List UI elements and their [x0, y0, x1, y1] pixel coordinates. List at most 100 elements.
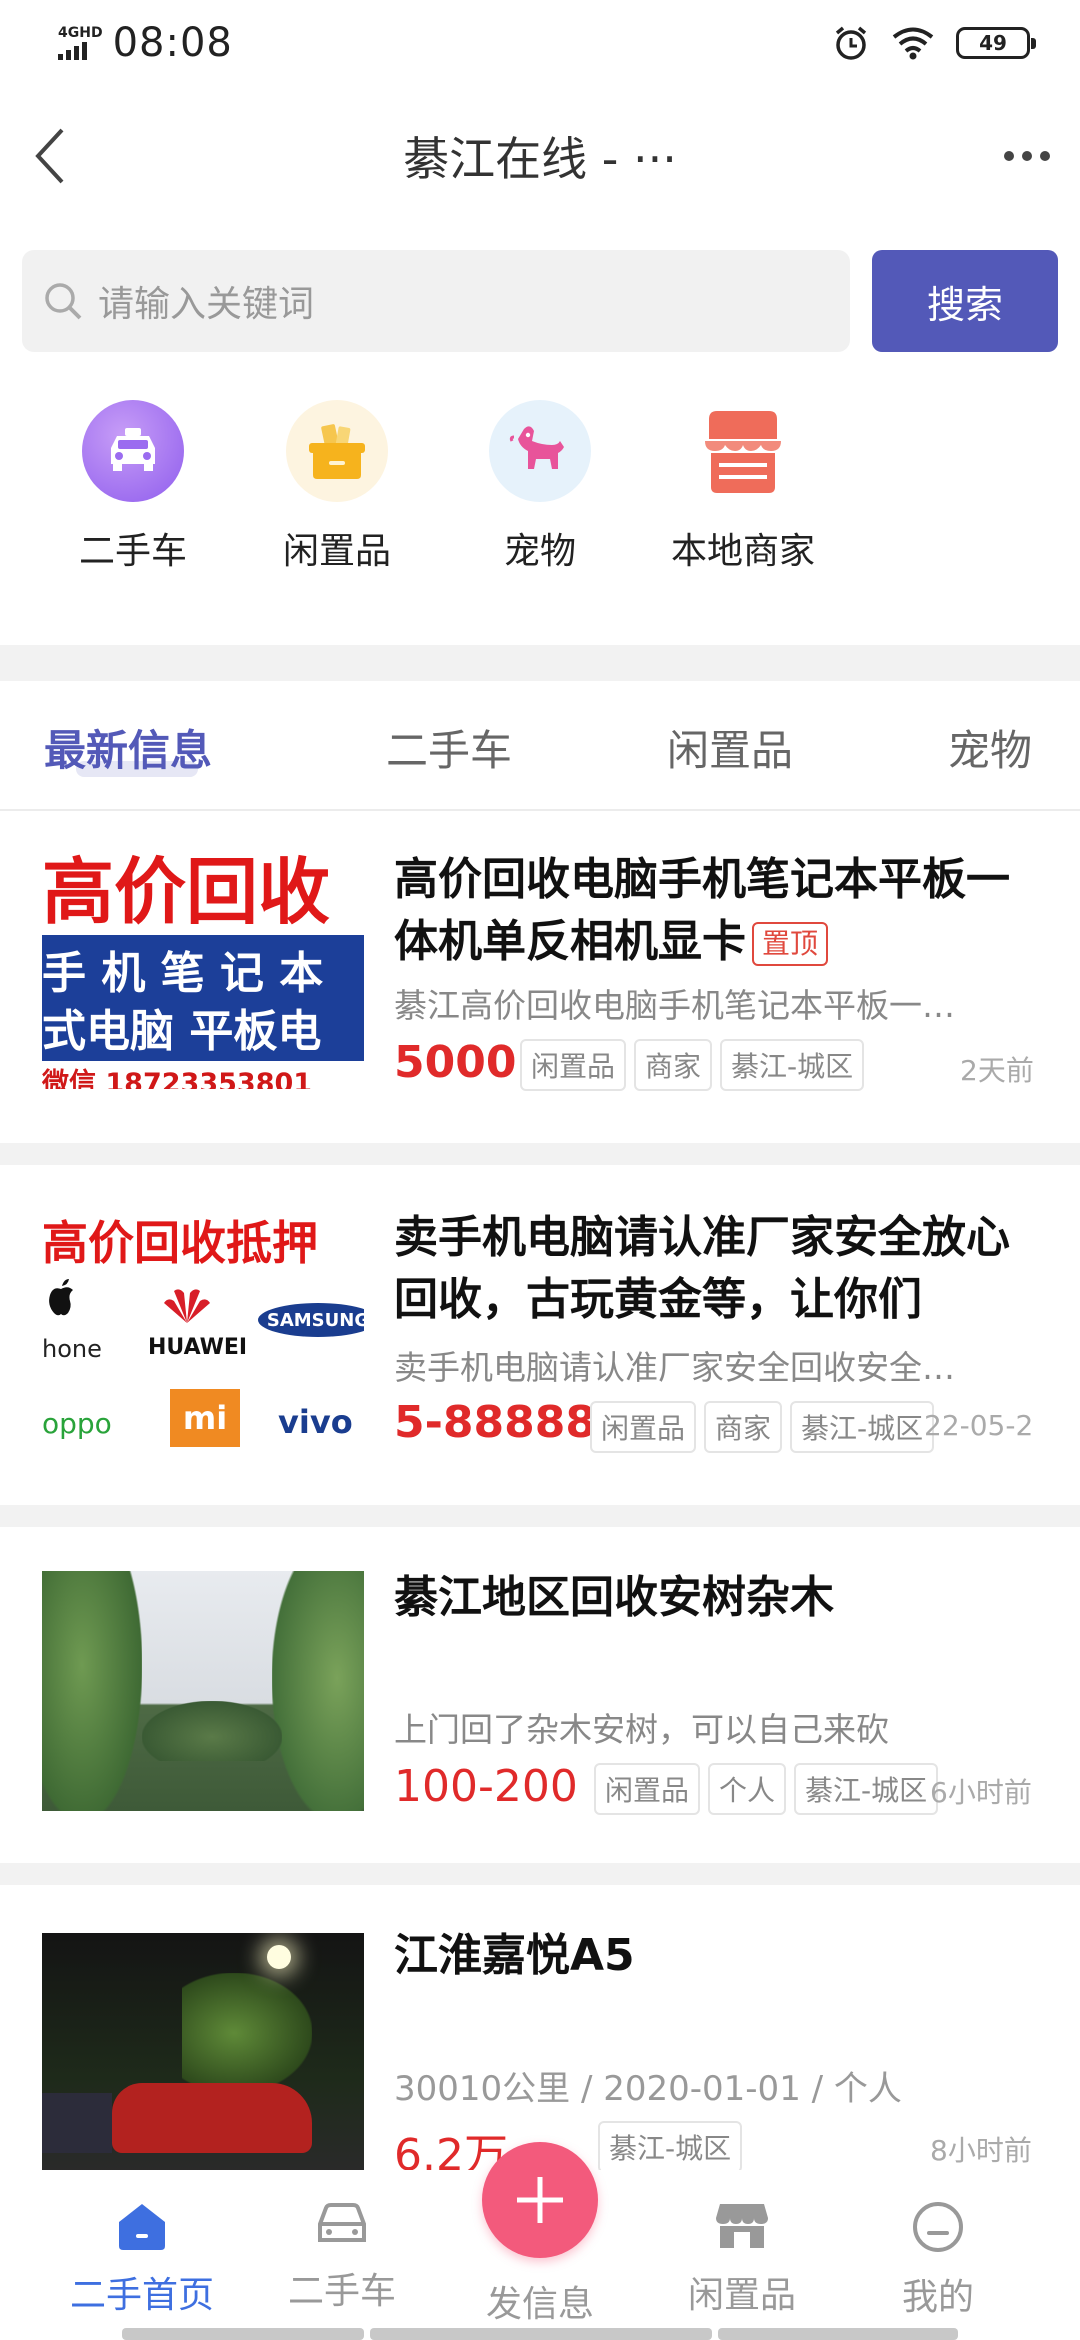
tag: 闲置品: [520, 1039, 627, 1091]
tag: 闲置品: [594, 1763, 701, 1815]
plus-icon: [517, 2177, 563, 2223]
apple-logo-icon: [49, 1279, 73, 1316]
wifi-icon: [892, 27, 934, 60]
thumb-text: mi: [170, 1389, 240, 1447]
nav-bar: 綦江在线 - ···: [0, 86, 1080, 226]
category-pets[interactable]: 宠物: [455, 400, 625, 574]
category-label: 宠物: [503, 531, 576, 572]
search-input[interactable]: 请输入关键词: [22, 250, 850, 352]
dog-icon: [489, 400, 591, 502]
page-title: 綦江在线 - ···: [403, 132, 677, 186]
shop-icon: [716, 2204, 768, 2248]
status-left: 4GHD 08:08: [58, 20, 233, 66]
thumb-text: 高价回收抵押: [42, 1216, 318, 1270]
listing-time: 22-05-2: [924, 1409, 1034, 1442]
alarm-icon: [835, 26, 867, 60]
tag: 綦江-城区: [790, 1401, 935, 1453]
box-icon: [286, 400, 388, 502]
listing-thumbnail: [42, 1571, 364, 1811]
listing-tags: 闲置品 商家 綦江-城区: [590, 1401, 935, 1453]
nav-used-car[interactable]: 二手车: [242, 2200, 442, 2314]
gesture-bar: [718, 2328, 958, 2340]
post-button[interactable]: [482, 2142, 598, 2258]
listing-price: 5000: [394, 1037, 517, 1088]
listing-tags: 闲置品 商家 綦江-城区: [520, 1039, 865, 1091]
listing-meta: 30010公里 / 2020-01-01 / 个人: [394, 2069, 902, 2109]
tag: 綦江-城区: [598, 2121, 743, 2173]
search-icon: [45, 283, 82, 320]
thumb-text: HUAWEI: [148, 1335, 248, 1360]
gesture-bar: [122, 2328, 364, 2340]
filter-tabs: 最新信息 二手车 闲置品 宠物: [0, 681, 1080, 811]
car-icon: [318, 2203, 366, 2242]
gesture-bar: [370, 2328, 712, 2340]
category-used-car[interactable]: 二手车: [48, 400, 218, 574]
home-icon: [119, 2204, 165, 2250]
battery-level: 49: [979, 31, 1007, 55]
search-bar: 请输入关键词 搜索: [22, 250, 1058, 352]
tab-pets[interactable]: 宠物: [948, 717, 1032, 778]
listing-thumbnail: 高价回收 手 机 笔 记 本 式电脑 平板电 微信 18723353801: [42, 849, 364, 1089]
nav-home[interactable]: 二手首页: [42, 2200, 242, 2318]
listing-tags: 綦江-城区: [598, 2121, 743, 2173]
status-bar: 4GHD 08:08 49: [0, 0, 1080, 86]
tag: 綦江-城区: [794, 1763, 939, 1815]
battery-icon: 49: [956, 27, 1036, 59]
section-divider: [0, 1143, 1080, 1165]
pinned-badge: 置顶: [752, 922, 829, 966]
listing-title: 江淮嘉悦A5: [394, 1930, 635, 1981]
tab-latest[interactable]: 最新信息: [44, 717, 212, 778]
tag: 商家: [704, 1401, 783, 1453]
nav-label: 二手车: [287, 2271, 396, 2312]
category-label: 闲置品: [282, 531, 391, 572]
listing-item[interactable]: 高价回收抵押 hone HUAWEI SAMSUNG oppo mi vivo …: [0, 1165, 1080, 1505]
thumb-text: SAMSUNG: [258, 1303, 364, 1337]
listing-time: 2天前: [960, 1054, 1034, 1087]
search-button[interactable]: 搜索: [872, 250, 1058, 352]
network-type: 4GHD: [58, 25, 103, 41]
category-idle-goods[interactable]: 闲置品: [252, 400, 422, 574]
listing-description: 上门回了杂木安树，可以自己来砍: [394, 1710, 889, 1749]
thumb-text: oppo: [42, 1407, 112, 1440]
thumb-text: 高价回收: [42, 849, 364, 935]
search-placeholder: 请输入关键词: [98, 284, 315, 325]
nav-label: 发信息: [485, 2284, 594, 2325]
tab-idle-goods[interactable]: 闲置品: [667, 717, 793, 778]
category-label: 本地商家: [670, 531, 815, 572]
profile-icon: [913, 2202, 963, 2252]
listing-title: 卖手机电脑请认准厂家安全放心回收，古玩黄金等，让你们: [394, 1212, 1010, 1325]
tag: 个人: [708, 1763, 787, 1815]
category-label: 二手车: [78, 531, 187, 572]
nav-idle-goods[interactable]: 闲置品: [642, 2200, 842, 2318]
tab-used-car[interactable]: 二手车: [386, 717, 512, 778]
thumb-text: 手 机 笔 记 本: [42, 948, 324, 999]
listing-item[interactable]: 江淮嘉悦A5 30010公里 / 2020-01-01 / 个人 6.2万 綦江…: [0, 1885, 1080, 2181]
nav-profile[interactable]: 我的: [838, 2200, 1038, 2320]
tag: 闲置品: [590, 1401, 697, 1453]
listing-description: 綦江高价回收电脑手机笔记本平板一…: [394, 986, 955, 1025]
listing-thumbnail: [42, 1933, 364, 2173]
listing-tags: 闲置品 个人 綦江-城区: [594, 1763, 939, 1815]
section-divider: [0, 1863, 1080, 1885]
category-local-merchants[interactable]: 本地商家: [658, 400, 828, 574]
nav-label: 我的: [901, 2277, 974, 2318]
listing-thumbnail: 高价回收抵押 hone HUAWEI SAMSUNG oppo mi vivo: [42, 1207, 364, 1447]
nav-label: 二手首页: [69, 2275, 214, 2316]
back-icon[interactable]: [30, 124, 70, 188]
tag: 商家: [634, 1039, 713, 1091]
taxi-icon: [82, 400, 184, 502]
thumb-text: hone: [42, 1335, 102, 1363]
listing-time: 8小时前: [930, 2134, 1032, 2167]
section-divider: [0, 1505, 1080, 1527]
signal-icon: 4GHD: [58, 26, 103, 60]
listing-item[interactable]: 綦江地区回收安树杂木 上门回了杂木安树，可以自己来砍 100-200 闲置品 个…: [0, 1527, 1080, 1863]
listing-price: 5-88888: [394, 1397, 596, 1448]
section-divider: [0, 645, 1080, 681]
more-icon[interactable]: [1004, 151, 1050, 161]
huawei-logo-icon: [164, 1289, 210, 1323]
listing-description: 卖手机电脑请认准厂家安全回收安全…: [394, 1348, 955, 1387]
listing-item[interactable]: 高价回收 手 机 笔 记 本 式电脑 平板电 微信 18723353801 高价…: [0, 813, 1080, 1143]
thumb-text: vivo: [278, 1403, 353, 1441]
listing-title: 綦江地区回收安树杂木: [394, 1572, 834, 1623]
thumb-text: 式电脑 平板电: [42, 1006, 322, 1057]
